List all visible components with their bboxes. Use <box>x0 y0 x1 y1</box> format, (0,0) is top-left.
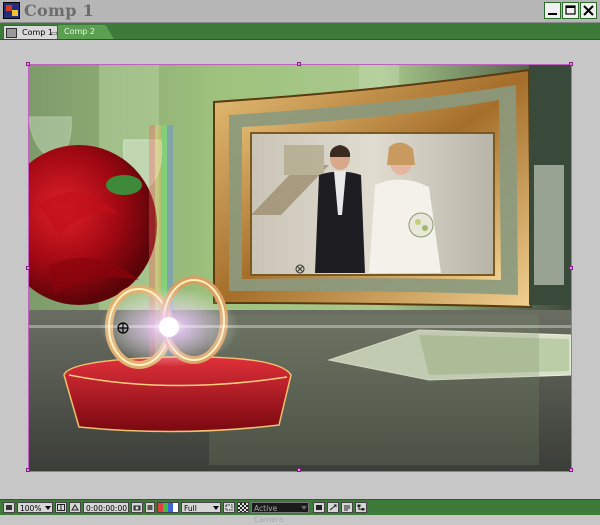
snapshot-button[interactable] <box>131 502 143 513</box>
composition-frame[interactable] <box>26 62 573 472</box>
corner-handle[interactable] <box>569 62 573 66</box>
viewer-controls-bar: 100% 0:00:00:00 Full Active Camera <box>0 499 600 524</box>
transparency-grid-button[interactable] <box>237 502 249 513</box>
maximize-button[interactable] <box>562 2 579 19</box>
close-icon <box>583 5 594 16</box>
timecode-display[interactable]: 0:00:00:00 <box>83 502 129 513</box>
chevron-down-icon <box>301 506 307 510</box>
tab-label: Comp 1 <box>22 28 53 37</box>
timecode-value: 0:00:00:00 <box>86 504 127 513</box>
edge-handle[interactable] <box>297 468 301 472</box>
corner-handle[interactable] <box>26 468 30 472</box>
corner-handle[interactable] <box>569 468 573 472</box>
edge-handle[interactable] <box>26 266 30 270</box>
timeline-icon <box>344 505 350 511</box>
camera-value: Active Camera <box>254 504 284 524</box>
timeline-button[interactable] <box>341 502 353 513</box>
resolution-dropdown[interactable]: Full <box>181 502 221 513</box>
app-logo-icon <box>3 2 20 19</box>
close-button[interactable] <box>580 2 597 19</box>
composition-preview-image <box>29 65 571 471</box>
tab-label: Comp 2 <box>64 27 95 36</box>
pixel-aspect-button[interactable] <box>327 502 339 513</box>
square-icon <box>316 505 322 510</box>
region-of-interest-button[interactable] <box>223 502 235 513</box>
composition-tab-strip: Comp 1 ▭ Comp 2 <box>0 23 600 59</box>
window-title: Comp 1 <box>24 1 95 20</box>
roi-icon <box>225 504 233 511</box>
resolution-value: Full <box>184 504 197 513</box>
always-preview-button[interactable] <box>3 502 15 513</box>
active-camera-dropdown[interactable]: Active Camera <box>251 502 309 524</box>
rgb-channels-button[interactable] <box>157 502 179 513</box>
composition-icon <box>6 28 17 38</box>
composition-viewer[interactable] <box>0 40 600 499</box>
lock-icon[interactable]: ▭ <box>51 26 58 40</box>
snapshot-view-icon <box>147 505 153 510</box>
minimize-button[interactable] <box>544 2 561 19</box>
zoom-dropdown[interactable]: 100% <box>17 502 53 513</box>
tab-comp-2[interactable]: Comp 2 <box>58 25 114 39</box>
maximize-icon <box>565 5 576 15</box>
corner-handle[interactable] <box>26 62 30 66</box>
zoom-value: 100% <box>20 504 42 513</box>
show-snapshot-button[interactable] <box>145 502 155 513</box>
safe-zones-button[interactable] <box>55 502 67 513</box>
view-layout-button[interactable] <box>313 502 325 513</box>
flowchart-icon <box>357 504 365 511</box>
minimize-icon <box>548 13 557 15</box>
grid-icon <box>57 504 65 511</box>
window-titlebar[interactable]: Comp 1 <box>0 0 600 23</box>
edge-handle[interactable] <box>297 62 301 66</box>
chevron-down-icon <box>213 506 219 510</box>
flowchart-button[interactable] <box>355 502 367 513</box>
chevron-down-icon <box>45 506 51 510</box>
tab-comp-1[interactable]: Comp 1 ▭ <box>3 25 58 39</box>
camera-icon <box>133 505 141 511</box>
edge-handle[interactable] <box>569 266 573 270</box>
mask-icon <box>71 504 79 511</box>
mask-view-button[interactable] <box>69 502 81 513</box>
preview-icon <box>6 505 12 510</box>
pixel-aspect-icon <box>329 504 337 511</box>
